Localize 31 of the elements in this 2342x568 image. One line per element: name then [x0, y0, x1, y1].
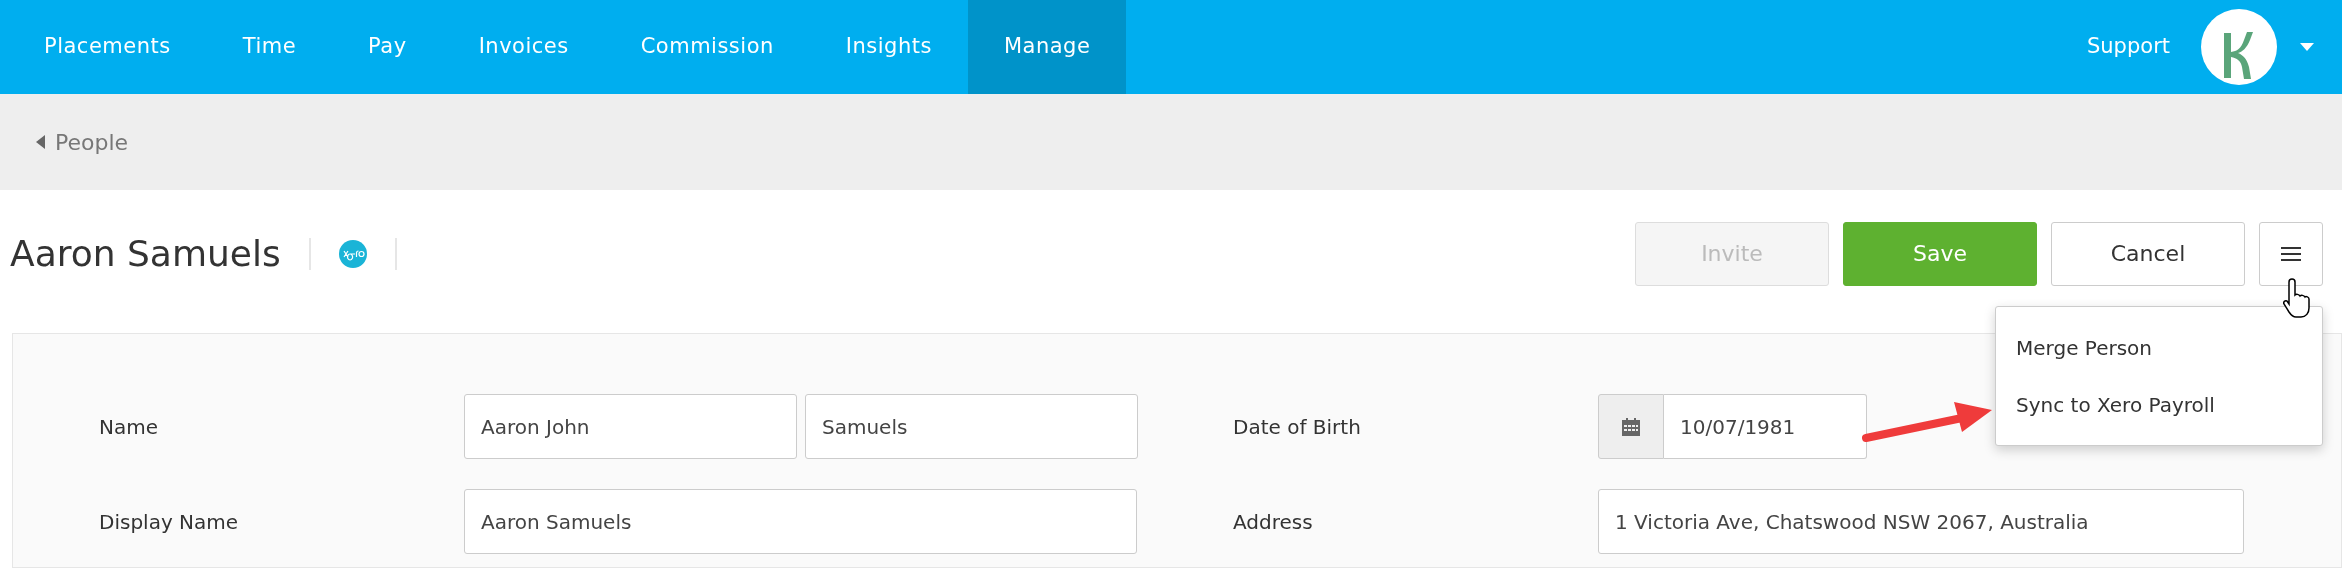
input-field[interactable]: Aaron John [464, 394, 797, 459]
calendar-button[interactable] [1598, 394, 1664, 459]
input-field[interactable]: 10/07/1981 [1664, 394, 1867, 459]
field-label: Display Name [98, 508, 240, 536]
nav-tab[interactable]: Pay [332, 0, 443, 94]
nav-tab[interactable]: Time [206, 0, 333, 94]
nav-tab[interactable]: Invoices [442, 0, 605, 94]
menu-item[interactable]: Merge Person [1996, 319, 2322, 376]
calendar-icon [1622, 417, 1640, 436]
xero-icon [338, 239, 367, 268]
caret-down-icon[interactable] [2300, 43, 2314, 51]
back-link[interactable]: People [36, 125, 129, 159]
menu-button[interactable] [2259, 221, 2323, 286]
page-title: Aaron Samuels [10, 231, 282, 276]
nav-tab[interactable]: Manage [967, 0, 1127, 94]
field-label: Name [98, 413, 159, 441]
nav-tab[interactable]: Placements [8, 0, 207, 94]
action-button[interactable]: Cancel [2051, 221, 2245, 286]
input-field[interactable]: 1 Victoria Ave, Chatswood NSW 2067, Australia [1598, 489, 2244, 554]
input-field[interactable]: Samuels [805, 394, 1138, 459]
nav-tab[interactable]: Insights [809, 0, 968, 94]
menu-item[interactable]: Sync to Xero Payroll [1996, 376, 2322, 433]
menu-icon [2281, 246, 2301, 261]
input-field[interactable]: Aaron Samuels [464, 489, 1137, 554]
caret-left-icon [36, 135, 45, 149]
action-button[interactable]: Save [1843, 221, 2037, 286]
avatar-logo[interactable] [2200, 8, 2278, 86]
nav-tab[interactable]: Commission [604, 0, 810, 94]
field-label: Date of Birth [1232, 413, 1362, 441]
support-link[interactable]: Support [2087, 0, 2170, 94]
field-label: Address [1232, 508, 1314, 536]
